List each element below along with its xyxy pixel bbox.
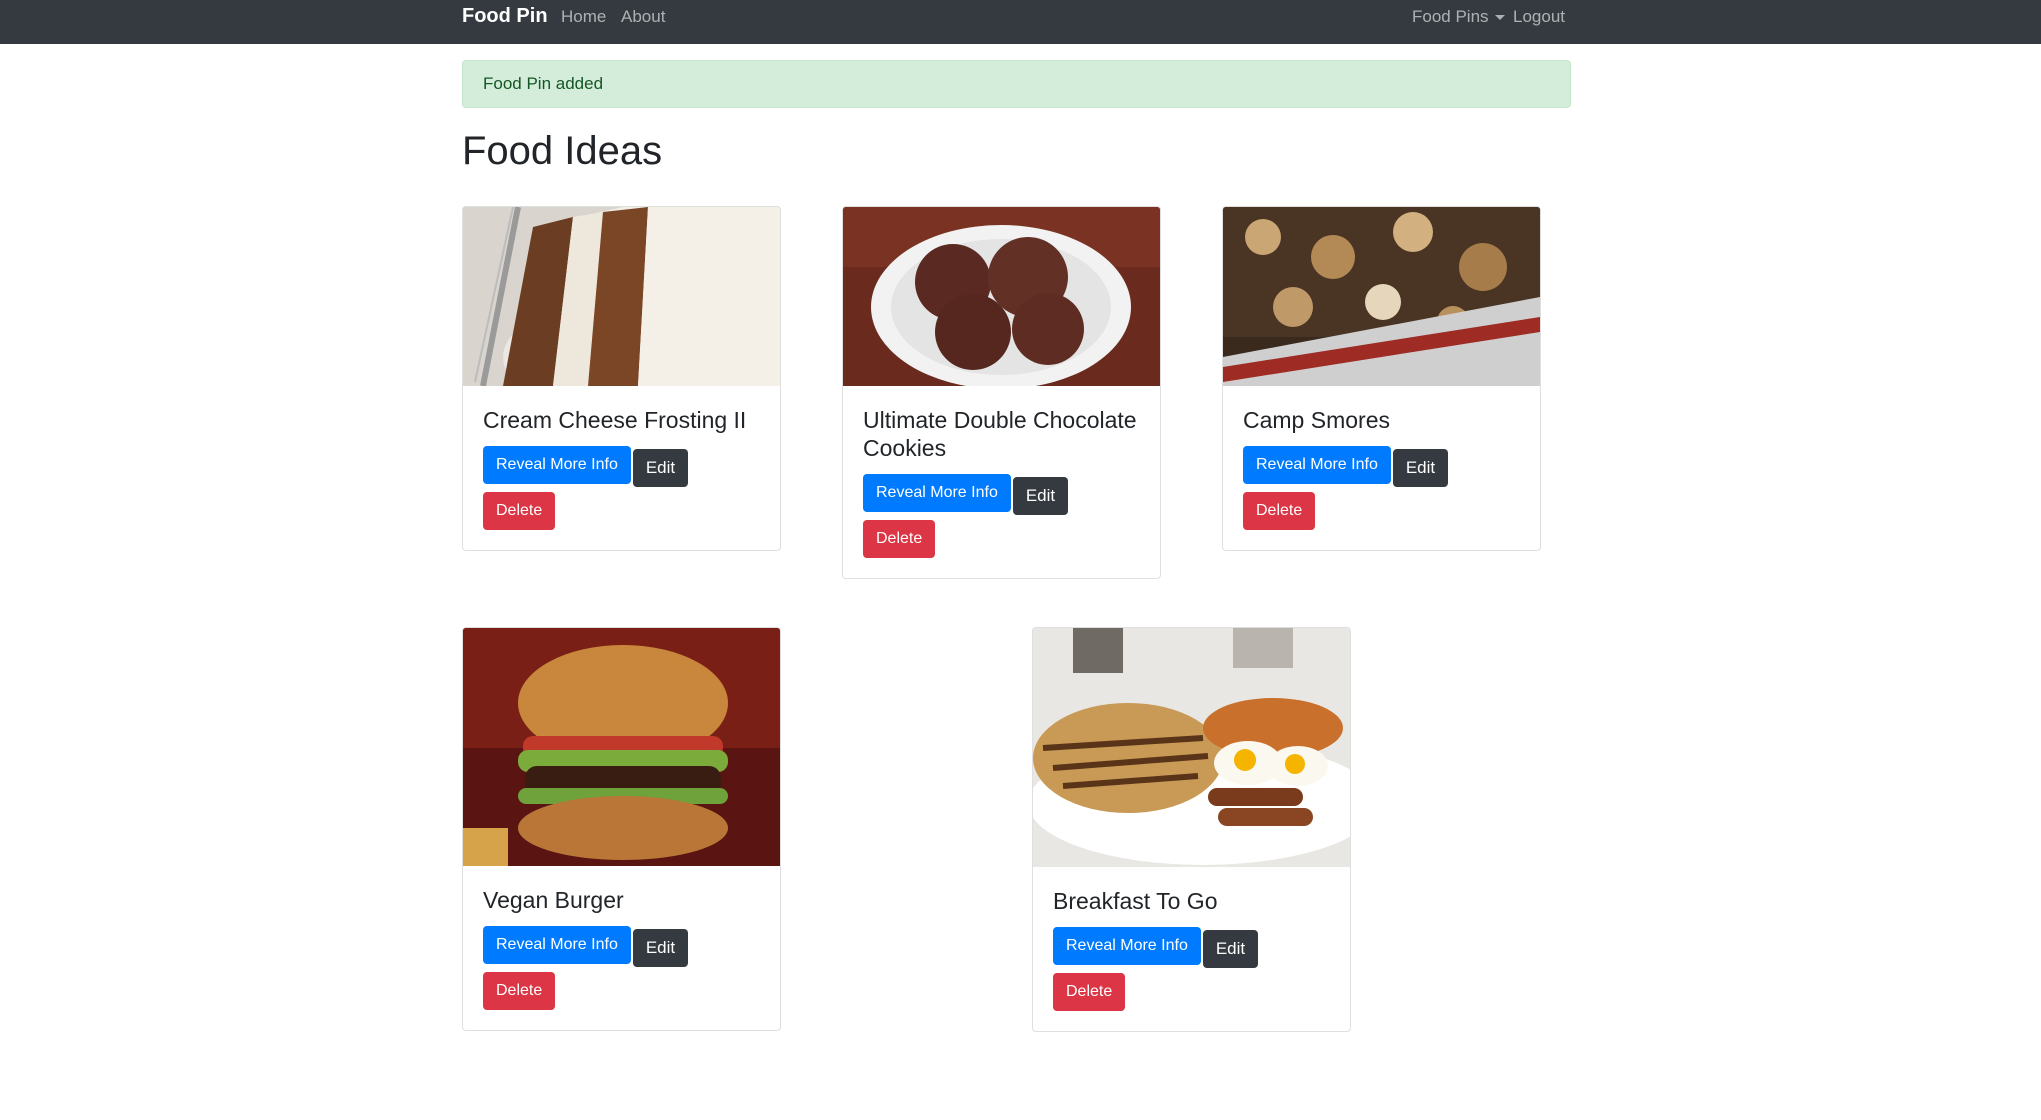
food-image-burger bbox=[463, 628, 780, 866]
edit-button[interactable]: Edit bbox=[1012, 477, 1069, 515]
nav-link-home[interactable]: Home bbox=[561, 0, 606, 33]
food-card: Breakfast To Go Reveal More Info Edit Del… bbox=[1032, 627, 1351, 1032]
delete-button[interactable]: Delete bbox=[483, 972, 556, 1010]
food-image-carrot-cake bbox=[463, 207, 780, 386]
food-pins-dropdown-label: Food Pins bbox=[1412, 7, 1489, 26]
nav-link-about[interactable]: About bbox=[621, 0, 665, 33]
card-title: Breakfast To Go bbox=[1053, 888, 1218, 914]
success-alert: Food Pin added bbox=[462, 60, 1571, 108]
edit-button[interactable]: Edit bbox=[632, 449, 689, 487]
card-title: Cream Cheese Frosting II bbox=[483, 407, 747, 433]
reveal-more-info-button[interactable]: Reveal More Info bbox=[1053, 927, 1201, 965]
food-card: Vegan Burger Reveal More Info Edit Delete bbox=[462, 627, 781, 1031]
food-image-smores bbox=[1223, 207, 1540, 386]
page-title: Food Ideas bbox=[462, 129, 663, 173]
edit-button[interactable]: Edit bbox=[1202, 930, 1259, 968]
reveal-more-info-button[interactable]: Reveal More Info bbox=[483, 446, 631, 484]
food-card: Camp Smores Reveal More Info Edit Delete bbox=[1222, 206, 1541, 551]
brand-link[interactable]: Food Pin bbox=[462, 0, 548, 33]
edit-button[interactable]: Edit bbox=[1392, 449, 1449, 487]
food-card: Cream Cheese Frosting II Reveal More Inf… bbox=[462, 206, 781, 551]
reveal-more-info-button[interactable]: Reveal More Info bbox=[863, 474, 1011, 512]
food-card: Ultimate Double Chocolate Cookies Reveal… bbox=[842, 206, 1161, 579]
card-title: Ultimate Double Chocolate Cookies bbox=[863, 407, 1137, 461]
reveal-more-info-button[interactable]: Reveal More Info bbox=[1243, 446, 1391, 484]
food-image-breakfast bbox=[1033, 628, 1350, 867]
nav-link-logout[interactable]: Logout bbox=[1513, 0, 1565, 33]
edit-button[interactable]: Edit bbox=[632, 929, 689, 967]
navbar: Food Pin Home About Food Pins Logout bbox=[0, 0, 2041, 44]
chevron-down-icon bbox=[1494, 15, 1505, 21]
delete-button[interactable]: Delete bbox=[863, 520, 936, 558]
delete-button[interactable]: Delete bbox=[1243, 492, 1316, 530]
card-title: Vegan Burger bbox=[483, 887, 624, 913]
food-pins-dropdown[interactable]: Food Pins bbox=[1412, 0, 1505, 33]
food-image-chocolate-cookies bbox=[843, 207, 1160, 386]
delete-button[interactable]: Delete bbox=[483, 492, 556, 530]
delete-button[interactable]: Delete bbox=[1053, 973, 1126, 1011]
card-title: Camp Smores bbox=[1243, 407, 1390, 433]
reveal-more-info-button[interactable]: Reveal More Info bbox=[483, 926, 631, 964]
